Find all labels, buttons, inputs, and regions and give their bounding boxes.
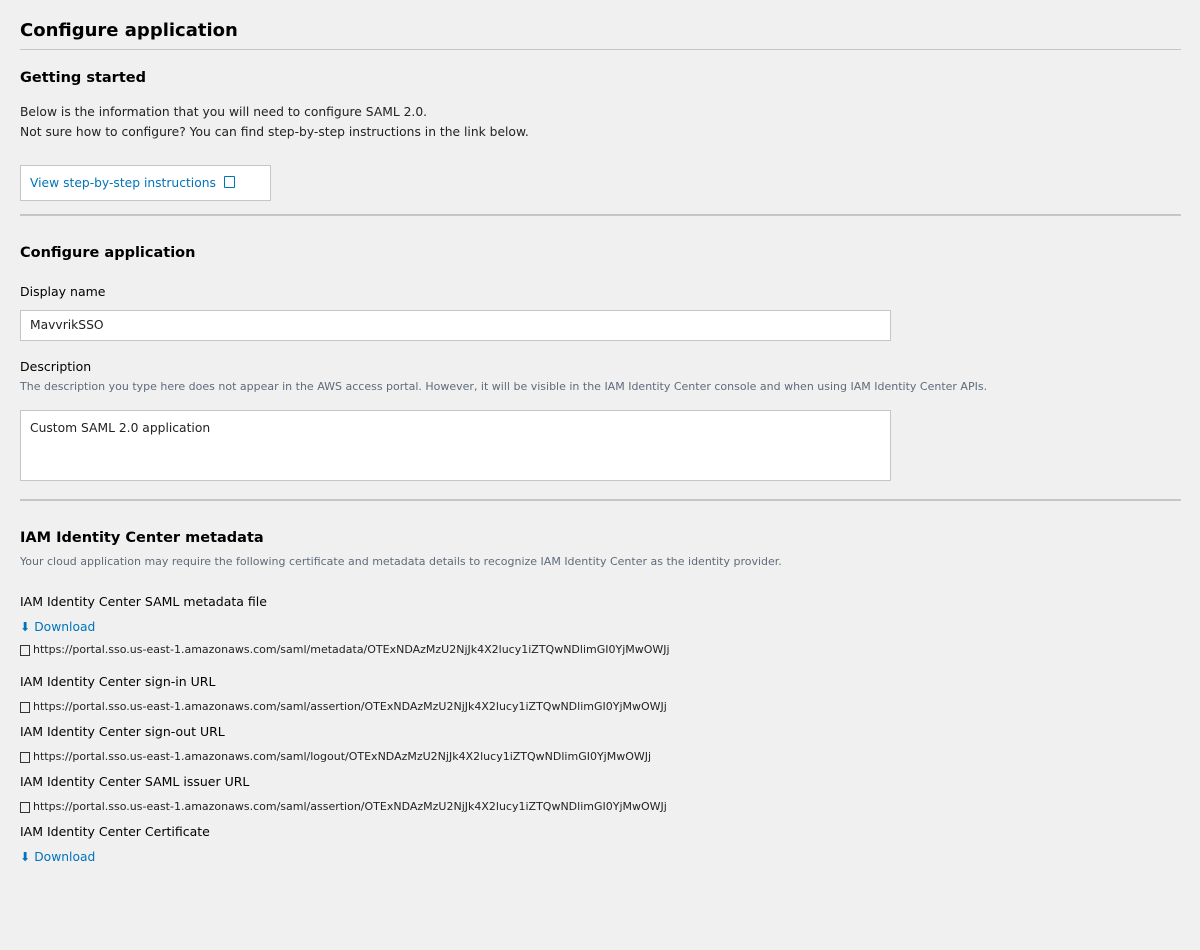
signout-url-row: https://portal.sso.us-east-1.amazonaws.c… [20, 749, 651, 765]
section-divider-1 [20, 214, 1181, 216]
certificate-label: IAM Identity Center Certificate [20, 824, 210, 839]
metadata-file-label: IAM Identity Center SAML metadata file [20, 594, 267, 609]
issuer-url-label: IAM Identity Center SAML issuer URL [20, 774, 250, 789]
metadata-url-row: https://portal.sso.us-east-1.amazonaws.c… [20, 642, 670, 658]
display-name-label: Display name [20, 284, 106, 299]
issuer-url-row: https://portal.sso.us-east-1.amazonaws.c… [20, 799, 667, 815]
page-title: Configure application [20, 20, 238, 41]
copy-icon[interactable] [20, 701, 30, 713]
copy-icon[interactable] [20, 644, 30, 656]
external-link-icon [223, 176, 235, 188]
configure-section-title: Configure application [20, 245, 196, 261]
copy-icon[interactable] [20, 801, 30, 813]
configure-application-page: Configure application Getting started Be… [0, 0, 1200, 950]
signout-url-label: IAM Identity Center sign-out URL [20, 724, 225, 739]
metadata-section-title: IAM Identity Center metadata [20, 530, 264, 546]
description-textarea[interactable]: Custom SAML 2.0 application [20, 410, 891, 481]
metadata-url: https://portal.sso.us-east-1.amazonaws.c… [33, 643, 670, 656]
certificate-download-link[interactable]: ⬇ Download [20, 848, 95, 866]
view-instructions-button[interactable]: View step-by-step instructions [20, 165, 271, 201]
getting-started-line2: Not sure how to configure? You can find … [20, 125, 529, 139]
getting-started-title: Getting started [20, 70, 146, 86]
issuer-url: https://portal.sso.us-east-1.amazonaws.c… [33, 800, 667, 813]
view-instructions-label: View step-by-step instructions [30, 176, 216, 190]
metadata-help-text: Your cloud application may require the f… [20, 555, 782, 568]
copy-icon[interactable] [20, 751, 30, 763]
signout-url: https://portal.sso.us-east-1.amazonaws.c… [33, 750, 652, 763]
section-divider-2 [20, 499, 1181, 501]
description-label: Description [20, 359, 92, 374]
signin-url-row: https://portal.sso.us-east-1.amazonaws.c… [20, 699, 667, 715]
title-divider [20, 49, 1181, 50]
description-help-text: The description you type here does not a… [20, 380, 988, 393]
signin-url-label: IAM Identity Center sign-in URL [20, 674, 216, 689]
getting-started-line1: Below is the information that you will n… [20, 105, 428, 119]
display-name-input[interactable]: MavvrikSSO [20, 310, 891, 341]
metadata-download-link[interactable]: ⬇ Download [20, 618, 95, 636]
signin-url: https://portal.sso.us-east-1.amazonaws.c… [33, 700, 667, 713]
